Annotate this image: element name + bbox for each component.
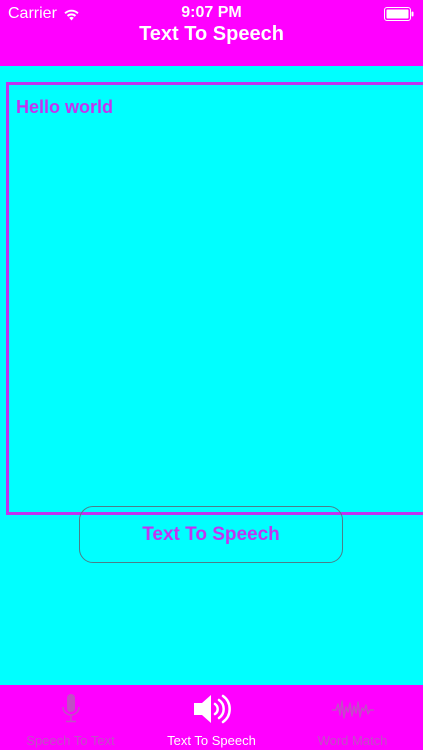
tab-word-match[interactable]: Word Match [282, 685, 423, 750]
microphone-icon [61, 694, 80, 723]
status-time: 9:07 PM [181, 4, 242, 21]
waveform-icon [331, 700, 374, 719]
tab-text-to-speech-label: Text To Speech [167, 733, 256, 748]
tab-bar: Speech To Text Text To Speech Word Match [0, 685, 423, 750]
tab-word-match-label: Word Match [317, 733, 388, 748]
tab-speech-to-text-label: Speech To Text [26, 733, 115, 748]
battery-icon [384, 7, 414, 21]
text-input-content: Hello world [16, 97, 114, 117]
text-input-area[interactable]: Hello world [6, 82, 423, 515]
tab-text-to-speech[interactable]: Text To Speech [141, 685, 282, 750]
speaker-icon [193, 694, 231, 724]
tab-speech-to-text[interactable]: Speech To Text [0, 685, 141, 750]
page-title: Text To Speech [139, 23, 284, 45]
text-to-speech-button-label: Text To Speech [142, 523, 280, 545]
navigation-header: Carrier 9:07 PM Text To Speech [0, 0, 423, 66]
text-to-speech-button[interactable]: Text To Speech [79, 506, 343, 563]
